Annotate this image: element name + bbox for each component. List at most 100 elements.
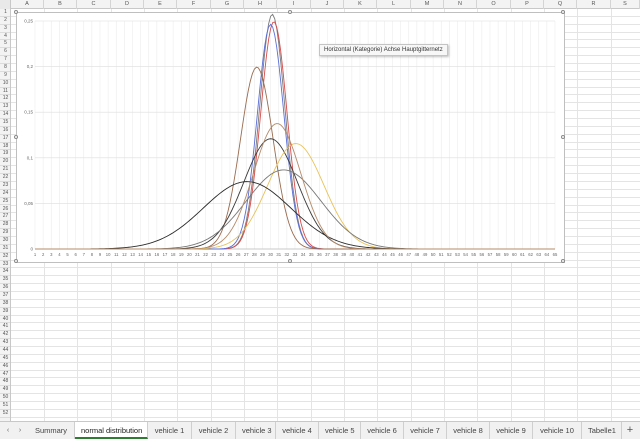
row-header-35[interactable]: 35 (0, 276, 10, 285)
column-header-g[interactable]: G (211, 0, 244, 9)
row-header-7[interactable]: 7 (0, 56, 10, 65)
sheet-tab-summary[interactable]: Summary (28, 422, 75, 439)
row-header-12[interactable]: 12 (0, 95, 10, 104)
chart-resize-handle-bottom[interactable] (288, 259, 292, 263)
row-header-43[interactable]: 43 (0, 339, 10, 347)
row-header-47[interactable]: 47 (0, 371, 10, 379)
row-header-4[interactable]: 4 (0, 33, 10, 41)
sheet-tab-vehicle-5[interactable]: vehicle 5 (319, 422, 361, 439)
row-header-50[interactable]: 50 (0, 394, 10, 402)
row-header-1[interactable]: 1 (0, 9, 10, 17)
row-header-28[interactable]: 28 (0, 221, 10, 230)
row-header-49[interactable]: 49 (0, 386, 10, 395)
row-header-13[interactable]: 13 (0, 103, 10, 112)
row-header-18[interactable]: 18 (0, 143, 10, 151)
sheet-tab-vehicle-4[interactable]: vehicle 4 (276, 422, 319, 439)
sheet-tab-tabelle1[interactable]: Tabelle1 (582, 422, 622, 439)
add-sheet-icon[interactable]: + (624, 424, 636, 436)
column-header-c[interactable]: C (77, 0, 111, 9)
sheet-tab-vehicle-1[interactable]: vehicle 1 (148, 422, 192, 439)
column-header-j[interactable]: J (311, 0, 344, 9)
normal-distribution-chart[interactable]: 0 0,05 0,1 0,15 0,2 0,25 1 2 3 4 5 6 7 8 9 10 11 12 13 14 15… (14, 10, 565, 263)
sheet-tab-vehicle-10[interactable]: vehicle 10 (533, 422, 582, 439)
column-header-e[interactable]: E (144, 0, 177, 9)
select-all-corner[interactable] (0, 0, 11, 9)
row-header-31[interactable]: 31 (0, 245, 10, 253)
column-header-f[interactable]: F (177, 0, 211, 9)
row-header-42[interactable]: 42 (0, 331, 10, 340)
prev-sheet-arrow-icon[interactable]: ‹ (3, 425, 13, 436)
row-header-3[interactable]: 3 (0, 25, 10, 33)
row-header-44[interactable]: 44 (0, 347, 10, 355)
column-header-q[interactable]: Q (544, 0, 577, 9)
sheet-tab-vehicle-3[interactable]: vehicle 3 (236, 422, 276, 439)
row-header-40[interactable]: 40 (0, 316, 10, 324)
row-header-51[interactable]: 51 (0, 402, 10, 410)
row-header-24[interactable]: 24 (0, 190, 10, 198)
sheet-tab-vehicle-9[interactable]: vehicle 9 (490, 422, 533, 439)
column-header-i[interactable]: I (277, 0, 311, 9)
row-header-33[interactable]: 33 (0, 261, 10, 269)
row-header-36[interactable]: 36 (0, 284, 10, 292)
column-header-a[interactable]: A (11, 0, 44, 9)
row-header-26[interactable]: 26 (0, 206, 10, 214)
row-header-25[interactable]: 25 (0, 198, 10, 206)
row-header-32[interactable]: 32 (0, 253, 10, 261)
row-header-8[interactable]: 8 (0, 64, 10, 72)
column-header-d[interactable]: D (111, 0, 144, 9)
x-tick-label: 26 (236, 252, 241, 257)
column-header-s[interactable]: S (611, 0, 640, 9)
column-header-r[interactable]: R (577, 0, 611, 9)
row-header-19[interactable]: 19 (0, 150, 10, 159)
column-header-o[interactable]: O (477, 0, 511, 9)
row-header-38[interactable]: 38 (0, 300, 10, 308)
sheet-tab-normal-distribution[interactable]: normal distribution (75, 422, 148, 439)
row-header-46[interactable]: 46 (0, 363, 10, 371)
row-header-41[interactable]: 41 (0, 323, 10, 332)
row-header-9[interactable]: 9 (0, 72, 10, 80)
row-header-5[interactable]: 5 (0, 40, 10, 49)
row-header-52[interactable]: 52 (0, 410, 10, 418)
next-sheet-arrow-icon[interactable]: › (15, 425, 25, 436)
chart-resize-handle-left[interactable] (14, 135, 18, 139)
row-header-39[interactable]: 39 (0, 308, 10, 316)
row-header-37[interactable]: 37 (0, 292, 10, 300)
row-header-34[interactable]: 34 (0, 268, 10, 277)
column-header-n[interactable]: N (444, 0, 477, 9)
row-header-45[interactable]: 45 (0, 355, 10, 363)
column-header-k[interactable]: K (344, 0, 377, 9)
row-header-6[interactable]: 6 (0, 48, 10, 57)
row-header-48[interactable]: 48 (0, 378, 10, 387)
sheet-tab-vehicle-7[interactable]: vehicle 7 (404, 422, 447, 439)
chart-resize-handle-bottom-right[interactable] (561, 259, 565, 263)
row-header-2[interactable]: 2 (0, 17, 10, 25)
grid-row-line (11, 267, 640, 269)
column-header-h[interactable]: H (244, 0, 277, 9)
row-header-10[interactable]: 10 (0, 80, 10, 88)
row-header-30[interactable]: 30 (0, 237, 10, 245)
column-header-p[interactable]: P (511, 0, 544, 9)
chart-resize-handle-top[interactable] (288, 10, 292, 14)
column-header-b[interactable]: B (44, 0, 77, 9)
column-header-m[interactable]: M (411, 0, 444, 9)
column-header-l[interactable]: L (377, 0, 411, 9)
row-header-21[interactable]: 21 (0, 166, 10, 175)
row-header-11[interactable]: 11 (0, 88, 10, 96)
row-header-23[interactable]: 23 (0, 182, 10, 190)
x-tick-label: 33 (293, 252, 298, 257)
row-header-14[interactable]: 14 (0, 111, 10, 120)
row-header-20[interactable]: 20 (0, 158, 10, 167)
chart-resize-handle-top-right[interactable] (561, 10, 565, 14)
row-header-16[interactable]: 16 (0, 127, 10, 135)
row-header-17[interactable]: 17 (0, 135, 10, 143)
sheet-tab-vehicle-8[interactable]: vehicle 8 (447, 422, 490, 439)
sheet-tab-vehicle-6[interactable]: vehicle 6 (361, 422, 404, 439)
chart-resize-handle-top-left[interactable] (14, 10, 18, 14)
row-header-29[interactable]: 29 (0, 229, 10, 237)
row-header-15[interactable]: 15 (0, 119, 10, 127)
chart-resize-handle-bottom-left[interactable] (14, 259, 18, 263)
row-header-22[interactable]: 22 (0, 174, 10, 182)
chart-resize-handle-right[interactable] (561, 135, 565, 139)
sheet-tab-vehicle-2[interactable]: vehicle 2 (192, 422, 236, 439)
row-header-27[interactable]: 27 (0, 213, 10, 222)
